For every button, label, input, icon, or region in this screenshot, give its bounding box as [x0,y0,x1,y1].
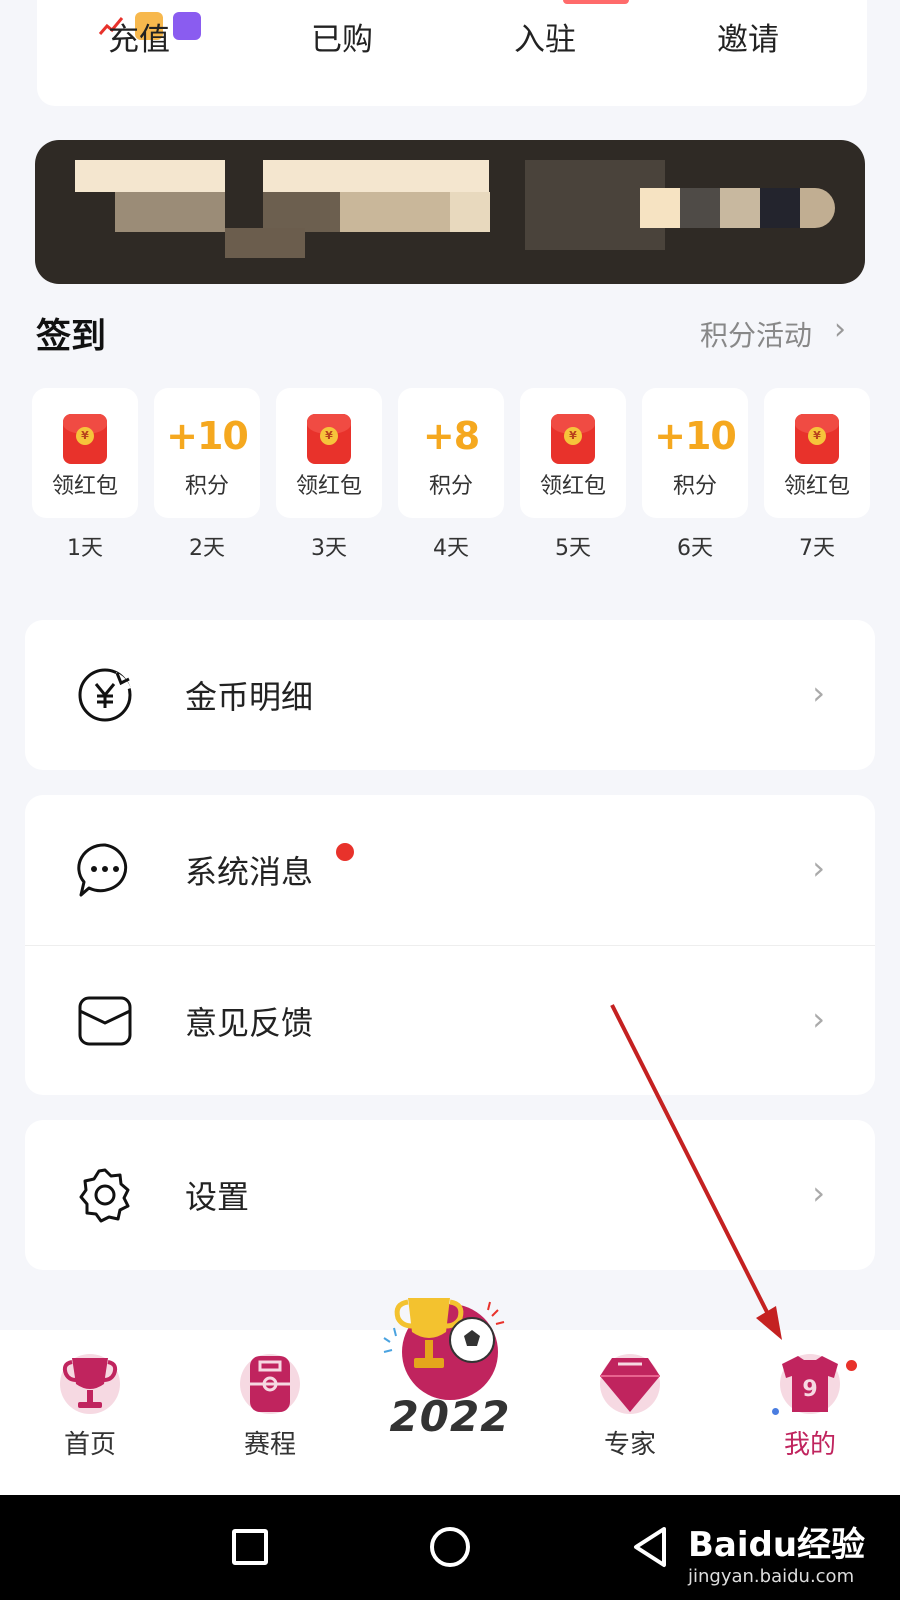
day-label: 领红包 [51,474,118,499]
red-envelope-icon: ¥ [551,414,595,464]
nav-label: 赛程 [243,1430,296,1460]
points-amount: +10 [166,414,249,458]
checkin-day-7[interactable]: ¥ 领红包 [764,388,870,518]
purchased-button[interactable]: 已购 [262,14,422,59]
watermark-main: Baidu经验 [688,1525,866,1565]
status-dot [772,1408,779,1415]
feedback-item[interactable]: 意见反馈 › [25,945,875,1095]
day-number: 5天 [555,536,591,561]
nav-label: 首页 [63,1430,116,1460]
points-amount: +8 [422,414,480,458]
world-cup-trophy-icon [383,1298,505,1400]
day-label: 领红包 [539,474,606,499]
checkin-title: 签到 [36,317,107,357]
day-number: 1天 [67,536,103,561]
chevron-right-icon: › [812,1174,825,1212]
back-triangle-icon[interactable] [630,1525,670,1569]
checkin-day-4[interactable]: +8 积分 [398,388,504,518]
svg-text:9: 9 [802,1377,817,1402]
day-number: 3天 [311,536,347,561]
nav-world-cup-2022[interactable]: 2022 [380,1290,520,1460]
home-circle-icon[interactable] [430,1527,470,1567]
chevron-right-icon: › [834,312,846,347]
day-label: 积分 [428,474,473,499]
points-activity-link[interactable]: 积分活动 [700,314,812,354]
diamond-icon [600,1354,660,1414]
checkin-day-6[interactable]: +10 积分 [642,388,748,518]
checkin-day-2[interactable]: +10 积分 [154,388,260,518]
day-number: 6天 [677,536,713,561]
day-label: 积分 [672,474,717,499]
day-number: 7天 [799,536,835,561]
quick-actions-card: 充值 已购 入驻 邀请 [37,0,867,106]
nav-home[interactable]: 首页 [30,1352,150,1482]
coin-detail-item[interactable]: 金币明细 › [25,620,875,770]
nav-experts[interactable]: 专家 [570,1352,690,1482]
notification-dot [846,1360,857,1371]
unread-dot [336,843,354,861]
messages-feedback-card: 系统消息 › 意见反馈 › [25,795,875,1095]
chevron-right-icon: › [812,849,825,887]
settings-card: 设置 › [25,1120,875,1270]
coin-detail-card: 金币明细 › [25,620,875,770]
watermark-url: jingyan.baidu.com [688,1566,855,1587]
envelope-icon [78,996,132,1046]
menu-label: 系统消息 [185,853,314,891]
chevron-right-icon: › [812,674,825,712]
chat-bubble-icon [77,843,128,897]
system-messages-item[interactable]: 系统消息 › [25,795,875,945]
jersey-icon: 9 [780,1354,840,1414]
checkin-day-1[interactable]: ¥ 领红包 [32,388,138,518]
checkin-day-5[interactable]: ¥ 领红包 [520,388,626,518]
gear-icon [79,1168,130,1223]
day-label: 积分 [184,474,229,499]
promo-banner[interactable] [35,140,865,284]
system-nav-bar: Baidu经验 jingyan.baidu.com [0,1495,900,1600]
recents-square-icon[interactable] [232,1529,268,1565]
promo-tag [563,0,629,4]
settings-item[interactable]: 设置 › [25,1120,875,1270]
red-envelope-icon: ¥ [795,414,839,464]
yuan-coin-icon [78,668,132,722]
points-amount: +10 [654,414,737,458]
red-envelope-icon: ¥ [307,414,351,464]
recharge-button[interactable]: 充值 [59,14,219,59]
chevron-right-icon: › [812,1000,825,1038]
trophy-cup-icon [60,1354,120,1414]
nav-label: 我的 [783,1430,836,1460]
nav-label: 专家 [603,1430,656,1460]
nav-schedule[interactable]: 赛程 [210,1352,330,1482]
day-label: 领红包 [295,474,362,499]
field-card-icon [240,1354,300,1414]
day-number: 4天 [433,536,469,561]
bottom-nav: 首页 赛程 2022 专家 9 我的 [0,1298,900,1495]
day-label: 领红包 [783,474,850,499]
nav-mine[interactable]: 9 我的 [750,1352,870,1482]
baidu-watermark: Baidu经验 jingyan.baidu.com [688,1517,865,1587]
menu-label: 意见反馈 [185,1004,314,1042]
invite-button[interactable]: 邀请 [668,14,828,59]
menu-label: 设置 [185,1178,250,1216]
checkin-day-3[interactable]: ¥ 领红包 [276,388,382,518]
day-number: 2天 [189,536,225,561]
menu-label: 金币明细 [185,678,314,716]
year-label: 2022 [389,1392,511,1441]
settle-in-button[interactable]: 入驻 [465,14,625,59]
red-envelope-icon: ¥ [63,414,107,464]
